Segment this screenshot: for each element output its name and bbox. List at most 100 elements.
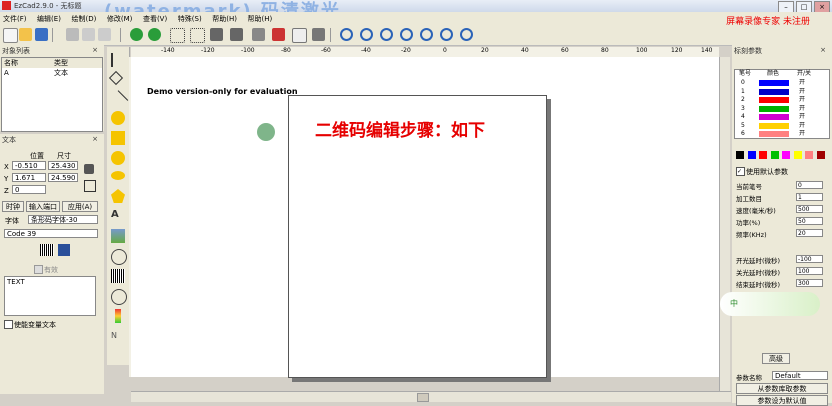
pen-color-swatch[interactable] bbox=[759, 105, 789, 112]
pen-row[interactable]: 0开 bbox=[735, 79, 829, 87]
lock-icon[interactable] bbox=[84, 164, 94, 174]
scissors-icon[interactable] bbox=[272, 28, 285, 41]
io-signal-icon[interactable] bbox=[115, 309, 121, 323]
y-position-input[interactable]: 1.671 bbox=[12, 173, 46, 182]
zoom-all-icon[interactable] bbox=[400, 28, 413, 41]
param-input[interactable]: 300 bbox=[796, 279, 823, 287]
palette-swatch[interactable] bbox=[770, 151, 779, 159]
pen-row[interactable]: 1开 bbox=[735, 88, 829, 96]
object-list[interactable]: 名称 类型 A 文本 bbox=[1, 57, 103, 132]
pen-row[interactable]: 3开 bbox=[735, 105, 829, 113]
x-size-input[interactable]: 25.430 bbox=[48, 161, 78, 170]
vertical-scrollbar[interactable] bbox=[719, 57, 730, 391]
zoom-fit-icon[interactable] bbox=[460, 28, 473, 41]
save-icon[interactable] bbox=[35, 28, 48, 41]
param-input[interactable]: 0 bbox=[796, 181, 823, 189]
palette-swatch[interactable] bbox=[782, 151, 790, 159]
param-input[interactable]: -100 bbox=[796, 255, 823, 263]
zoom-out-icon[interactable] bbox=[380, 28, 393, 41]
select-arrow-icon[interactable] bbox=[111, 53, 127, 67]
zoom-select-icon[interactable] bbox=[420, 28, 433, 41]
tool-icon-2[interactable] bbox=[230, 28, 243, 41]
text-content-input[interactable]: TEXT bbox=[4, 276, 96, 316]
param-input[interactable]: 100 bbox=[796, 267, 823, 275]
ellipse-icon[interactable] bbox=[111, 171, 125, 180]
pen-color-swatch[interactable] bbox=[759, 122, 789, 129]
pen-row[interactable]: 4开 bbox=[735, 113, 829, 121]
zoom-in-icon[interactable] bbox=[360, 28, 373, 41]
work-area[interactable]: 二维码编辑步骤：如下 bbox=[288, 95, 547, 378]
save-icon[interactable] bbox=[58, 244, 70, 256]
menu-view[interactable]: 查看(V) bbox=[140, 12, 172, 24]
curve-icon[interactable] bbox=[111, 111, 125, 125]
extra-tool-icon[interactable]: N bbox=[111, 331, 125, 345]
variable-text-checkbox[interactable] bbox=[4, 320, 13, 329]
select-all-icon[interactable] bbox=[170, 28, 185, 43]
palette-swatch[interactable] bbox=[793, 151, 802, 159]
set-default-button[interactable]: 参数设为默认值 bbox=[736, 395, 828, 406]
tab-clock[interactable]: 时钟 bbox=[2, 201, 24, 212]
param-input[interactable]: 20 bbox=[796, 229, 823, 237]
menu-help[interactable]: 帮助(H) bbox=[209, 12, 242, 24]
polygon-icon[interactable] bbox=[111, 189, 125, 203]
enabled-checkbox[interactable] bbox=[34, 265, 43, 274]
param-lib-select[interactable]: Default bbox=[772, 371, 828, 380]
tab-input-port[interactable]: 输入端口 bbox=[26, 201, 60, 212]
image-icon[interactable] bbox=[111, 229, 125, 243]
list-item[interactable]: A 文本 bbox=[2, 68, 102, 78]
palette-swatch[interactable] bbox=[805, 151, 813, 159]
pen-row[interactable]: 6开 bbox=[735, 130, 829, 138]
ime-toolbar[interactable]: 中 bbox=[720, 292, 820, 316]
barcode-tool-icon[interactable] bbox=[111, 269, 125, 283]
param-input[interactable]: 500 bbox=[796, 205, 823, 213]
copy-icon[interactable] bbox=[82, 28, 95, 41]
open-folder-icon[interactable] bbox=[19, 28, 32, 41]
cut-icon[interactable] bbox=[66, 28, 79, 41]
param-input[interactable]: 1 bbox=[796, 193, 823, 201]
pen-color-swatch[interactable] bbox=[759, 114, 789, 120]
group-icon[interactable] bbox=[190, 28, 205, 43]
scroll-thumb[interactable] bbox=[417, 393, 429, 402]
pen-color-swatch[interactable] bbox=[759, 80, 789, 86]
x-position-input[interactable]: -0.510 bbox=[12, 161, 46, 170]
pen-color-swatch[interactable] bbox=[759, 88, 789, 95]
text-tool-icon[interactable]: A bbox=[111, 209, 125, 223]
palette-swatch[interactable] bbox=[736, 151, 744, 159]
pen-list[interactable]: 笔号 颜色 开/关 0开1开2开3开4开5开6开 bbox=[734, 69, 830, 139]
menu-modify[interactable]: 修改(M) bbox=[104, 12, 138, 24]
menu-special[interactable]: 特殊(S) bbox=[175, 12, 207, 24]
vector-icon[interactable] bbox=[111, 249, 127, 265]
load-from-lib-button[interactable]: 从参数库取参数 bbox=[736, 383, 828, 394]
barcode-icon[interactable] bbox=[40, 244, 54, 256]
barcode-type-select[interactable]: Code 39 bbox=[4, 229, 98, 238]
undo-icon[interactable] bbox=[130, 28, 143, 41]
palette-swatch[interactable] bbox=[759, 151, 767, 159]
pen-color-swatch[interactable] bbox=[759, 131, 789, 137]
node-edit-icon[interactable] bbox=[108, 70, 124, 86]
rectangle-icon[interactable] bbox=[111, 131, 125, 145]
pen-row[interactable]: 5开 bbox=[735, 122, 829, 130]
menu-edit[interactable]: 编辑(E) bbox=[34, 12, 66, 24]
horizontal-scrollbar[interactable] bbox=[131, 391, 731, 402]
table-icon[interactable] bbox=[292, 28, 307, 43]
close-icon[interactable]: × bbox=[92, 46, 98, 54]
node-icon[interactable] bbox=[252, 28, 265, 41]
y-size-input[interactable]: 24.590 bbox=[48, 173, 78, 182]
pen-color-swatch[interactable] bbox=[759, 97, 789, 103]
new-file-icon[interactable] bbox=[3, 28, 18, 43]
font-select[interactable]: 条形码字体-30 bbox=[28, 215, 98, 224]
use-default-checkbox[interactable]: ✓ bbox=[736, 167, 745, 176]
close-icon[interactable]: × bbox=[92, 135, 98, 143]
close-icon[interactable]: × bbox=[820, 46, 826, 54]
paste-icon[interactable] bbox=[98, 28, 111, 41]
tool-icon[interactable] bbox=[210, 28, 223, 41]
menu-file[interactable]: 文件(F) bbox=[0, 12, 32, 24]
palette-swatch[interactable] bbox=[747, 151, 756, 159]
menu-help-2[interactable]: 帮助(H) bbox=[245, 12, 278, 24]
zoom-page-icon[interactable] bbox=[440, 28, 453, 41]
line-icon[interactable] bbox=[107, 90, 129, 111]
param-input[interactable]: 50 bbox=[796, 217, 823, 225]
timer-icon[interactable] bbox=[111, 289, 127, 305]
advanced-button[interactable]: 高级 bbox=[762, 353, 790, 364]
misc-icon[interactable] bbox=[312, 28, 325, 41]
